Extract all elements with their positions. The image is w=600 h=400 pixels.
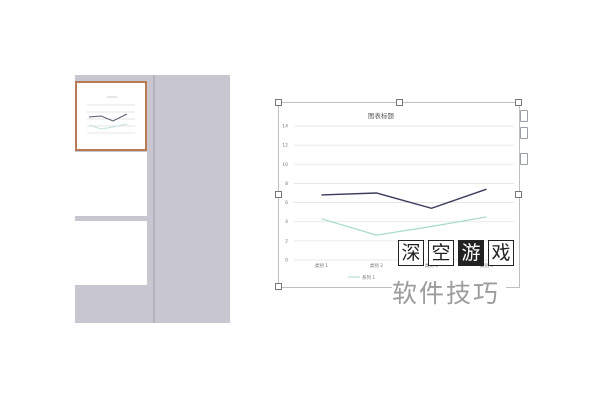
y-tick-label: 2 xyxy=(285,238,288,244)
series-line-2[interactable] xyxy=(321,216,487,236)
x-tick-label: 类别 2 xyxy=(370,262,383,269)
y-tick-label: 4 xyxy=(285,219,288,225)
thumbnail-chart-preview xyxy=(87,96,135,134)
slide-thumbnail-2[interactable] xyxy=(75,152,147,216)
watermark-text: 软件技巧 xyxy=(392,274,507,324)
panel-splitter[interactable] xyxy=(153,75,155,323)
chart-elements-button[interactable] xyxy=(520,110,528,122)
chart-styles-button[interactable] xyxy=(520,127,528,139)
chart-filters-button[interactable] xyxy=(520,153,528,165)
chart-title[interactable]: 图表标题 xyxy=(368,111,395,120)
series-line-1[interactable] xyxy=(321,188,487,210)
slide-thumbnail-3[interactable] xyxy=(75,221,147,285)
legend-entry[interactable]: 系列 1 xyxy=(362,274,375,281)
y-tick-label: 8 xyxy=(285,181,288,187)
watermark-char-4: 戏 xyxy=(488,240,514,266)
y-tick-label: 6 xyxy=(285,200,288,206)
slide-thumbnail-panel xyxy=(75,75,155,323)
y-tick-label: 12 xyxy=(282,143,288,149)
y-tick-label: 0 xyxy=(285,258,288,264)
slide-thumbnail-1[interactable] xyxy=(75,81,147,151)
watermark-char-2: 空 xyxy=(428,240,454,266)
x-tick-label: 类别 1 xyxy=(315,262,328,269)
watermark-char-1: 深 xyxy=(398,240,424,266)
y-tick-label: 14 xyxy=(282,124,288,130)
watermark-logo: 深 空 游 戏 xyxy=(398,240,514,266)
watermark-char-3: 游 xyxy=(458,240,484,266)
y-tick-label: 10 xyxy=(282,162,288,168)
